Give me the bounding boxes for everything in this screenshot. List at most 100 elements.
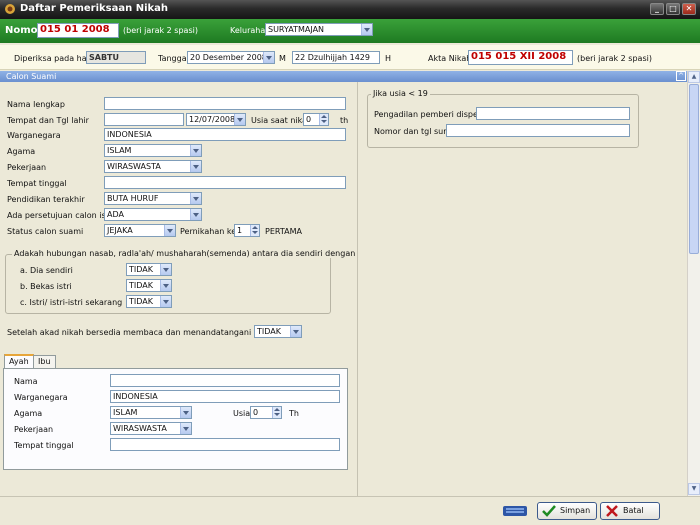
nomor-input[interactable]: 015 01 2008 (37, 23, 119, 38)
nomor-surat-label: Nomor dan tgl surat (374, 127, 455, 136)
chevron-down-icon[interactable] (180, 423, 191, 434)
agama-label: Agama (7, 147, 36, 156)
status-select[interactable]: JEJAKA (104, 224, 176, 237)
chevron-down-icon[interactable] (190, 209, 201, 220)
pendidikan-select[interactable]: BUTA HURUF (104, 192, 202, 205)
pernikahan-ke-text: PERTAMA (265, 227, 302, 236)
h-label: H (385, 54, 392, 63)
collapse-icon[interactable]: ^ (676, 71, 686, 81)
tempat-tinggal-label: Tempat tinggal (7, 179, 67, 188)
status-label: Status calon suami (7, 227, 84, 236)
ayah-agama-select[interactable]: ISLAM (110, 406, 192, 419)
ayah-pekerjaan-select[interactable]: WIRASWASTA (110, 422, 192, 435)
th-label: th (340, 116, 349, 125)
nomor-hint: (beri jarak 2 spasi) (123, 26, 198, 35)
chevron-down-icon[interactable] (263, 52, 274, 63)
simpan-button[interactable]: Simpan (537, 502, 597, 520)
vertical-scrollbar[interactable]: ▲ ▼ (687, 71, 700, 496)
pekerjaan-label: Pekerjaan (7, 163, 47, 172)
ayah-usia-stepper[interactable]: 0 (250, 406, 282, 419)
hubungan-title: Adakah hubungan nasab, radla'ah/ mushaha… (12, 249, 358, 258)
tempat-lahir-input[interactable] (104, 113, 184, 126)
info-bar: Diperiksa pada hari SABTU Tanggal 20 Des… (0, 45, 700, 70)
tab-ibu[interactable]: Ibu (33, 355, 56, 368)
ayah-pekerjaan-label: Pekerjaan (14, 425, 54, 434)
pekerjaan-value: WIRASWASTA (107, 162, 161, 171)
chevron-down-icon[interactable] (164, 225, 175, 236)
akta-input[interactable]: 015 015 XII 2008 (468, 50, 573, 65)
hubungan-bekas-istri-select[interactable]: TIDAK (126, 279, 172, 292)
stepper-arrows-icon[interactable] (272, 407, 281, 418)
usia-nikah-stepper[interactable]: 0 (303, 113, 329, 126)
pernikahan-ke-stepper[interactable]: 1 (234, 224, 260, 237)
chevron-down-icon[interactable] (190, 161, 201, 172)
close-button[interactable]: ✕ (682, 3, 696, 15)
pernikahan-ke-value: 1 (237, 226, 243, 235)
ayah-nama-label: Nama (14, 377, 38, 386)
status-value: JEJAKA (107, 226, 133, 235)
batal-button[interactable]: Batal (600, 502, 660, 520)
hijri-date-field[interactable]: 22 Dzulhijjah 1429 (292, 51, 380, 64)
usia-nikah-value: 0 (306, 115, 312, 124)
scroll-up-icon[interactable]: ▲ (688, 71, 700, 83)
chevron-down-icon[interactable] (160, 296, 171, 307)
kelurahan-select[interactable]: SURYATMAJAN (265, 23, 373, 36)
nomor-surat-input[interactable] (446, 124, 630, 137)
pengadilan-input[interactable] (476, 107, 630, 120)
persetujuan-label: Ada persetujuan calon istri (7, 211, 115, 220)
cancel-x-icon (606, 505, 618, 517)
chevron-down-icon[interactable] (160, 280, 171, 291)
nama-lengkap-input[interactable] (104, 97, 346, 110)
chevron-down-icon[interactable] (290, 326, 301, 337)
agama-select[interactable]: ISLAM (104, 144, 202, 157)
chevron-down-icon[interactable] (180, 407, 191, 418)
ayah-tempat-tinggal-label: Tempat tinggal (14, 441, 74, 450)
simpan-label: Simpan (560, 506, 591, 515)
keyboard-icon (503, 506, 527, 516)
hubungan-value: TIDAK (129, 281, 153, 290)
chevron-down-icon[interactable] (190, 193, 201, 204)
form-area: Nama lengkap Tempat dan Tgl lahir 12/07/… (0, 82, 687, 496)
stepper-arrows-icon[interactable] (250, 225, 259, 236)
pendidikan-label: Pendidikan terakhir (7, 195, 85, 204)
warganegara-input[interactable]: INDONESIA (104, 128, 346, 141)
akta-hint: (beri jarak 2 spasi) (577, 54, 652, 63)
ayah-agama-label: Agama (14, 409, 43, 418)
hari-label: Diperiksa pada hari (14, 54, 93, 63)
tanggal-picker[interactable]: 20 Desember 2008 (187, 51, 275, 64)
taklik-select[interactable]: TIDAK (254, 325, 302, 338)
chevron-down-icon[interactable] (160, 264, 171, 275)
hubungan-value: TIDAK (129, 297, 153, 306)
ayah-warganegara-input[interactable]: INDONESIA (110, 390, 340, 403)
minimize-button[interactable]: _ (650, 3, 664, 15)
hubungan-value: TIDAK (129, 265, 153, 274)
stepper-arrows-icon[interactable] (319, 114, 328, 125)
tanggal-label: Tanggal (158, 54, 189, 63)
tgl-lahir-picker[interactable]: 12/07/2008 (186, 113, 246, 126)
ayah-usia-value: 0 (253, 408, 259, 417)
app-icon (5, 4, 15, 14)
ayah-pekerjaan-value: WIRASWASTA (113, 424, 167, 433)
scroll-down-icon[interactable]: ▼ (688, 483, 700, 495)
warganegara-label: Warganegara (7, 131, 61, 140)
usia19-title: Jika usia < 19 (371, 89, 430, 98)
bottom-bar: Simpan Batal (0, 496, 700, 525)
hubungan-dia-sendiri-select[interactable]: TIDAK (126, 263, 172, 276)
hubungan-row-label: b. Bekas istri (20, 282, 72, 291)
ayah-warganegara-label: Warganegara (14, 393, 68, 402)
hubungan-istri-sekarang-select[interactable]: TIDAK (126, 295, 172, 308)
chevron-down-icon[interactable] (190, 145, 201, 156)
scroll-thumb[interactable] (689, 84, 699, 254)
tab-ayah[interactable]: Ayah (4, 354, 34, 368)
chevron-down-icon[interactable] (361, 24, 372, 35)
pernikahan-ke-label: Pernikahan ke (180, 227, 237, 236)
pekerjaan-select[interactable]: WIRASWASTA (104, 160, 202, 173)
ayah-tempat-tinggal-input[interactable] (110, 438, 340, 451)
hubungan-row-label: a. Dia sendiri (20, 266, 73, 275)
maximize-button[interactable]: □ (666, 3, 680, 15)
tempat-tinggal-input[interactable] (104, 176, 346, 189)
ayah-nama-input[interactable] (110, 374, 340, 387)
nama-lengkap-label: Nama lengkap (7, 100, 65, 109)
persetujuan-select[interactable]: ADA (104, 208, 202, 221)
chevron-down-icon[interactable] (234, 114, 245, 125)
